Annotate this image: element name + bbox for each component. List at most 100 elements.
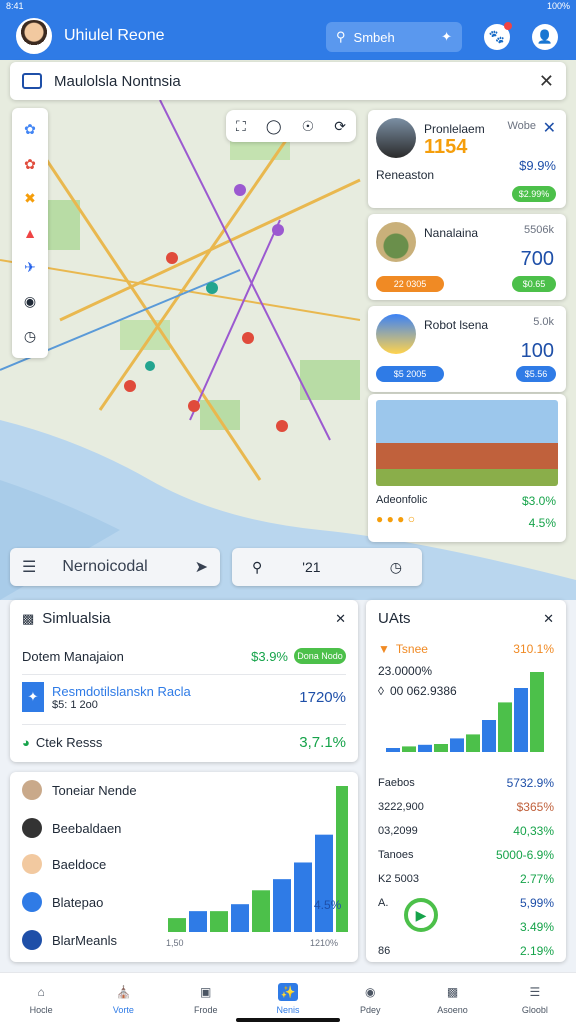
chart-bar xyxy=(189,911,207,932)
layers-icon xyxy=(22,73,42,89)
close-icon[interactable]: ✕ xyxy=(543,118,556,138)
pin-icon: ⚲ xyxy=(252,558,263,575)
row-value: 1720% xyxy=(299,688,346,706)
list-item-label: BlarMeanls xyxy=(52,932,118,948)
play-icon[interactable]: ▶ xyxy=(404,898,438,932)
chart-bar xyxy=(294,862,312,932)
card-right: Wobe xyxy=(507,120,536,132)
fullscreen-icon[interactable]: ⛶ xyxy=(236,118,246,135)
stat-label: K2 5003 xyxy=(378,873,419,885)
stat-value: 2.19% xyxy=(519,944,554,958)
send-icon: ➤ xyxy=(194,559,208,576)
notification-badge xyxy=(504,22,512,30)
refresh-icon[interactable]: ⟳ xyxy=(334,118,346,135)
chart-bar xyxy=(210,911,228,932)
close-icon[interactable]: ✕ xyxy=(543,611,554,627)
stat-row: 03,2099 40,33% xyxy=(378,824,554,838)
list-item-avatar xyxy=(22,892,42,912)
card-value: 700 xyxy=(520,248,554,270)
card-pill-right: $0.65 xyxy=(512,276,556,292)
list-item[interactable]: Blatepao xyxy=(22,892,103,912)
search-input[interactable]: Smbeh xyxy=(354,30,442,45)
status-dots-icon: ● ● ● ○ xyxy=(376,512,415,526)
stat-value: $365% xyxy=(516,800,554,814)
nav-item-2[interactable]: ▣ Frode xyxy=(178,983,234,1015)
place-card-1[interactable]: Pronlelaem Wobe ✕ 1154 Reneaston $9.9% $… xyxy=(368,110,566,208)
nav-item-3[interactable]: ✨ Nenis xyxy=(260,982,316,1015)
close-icon[interactable]: ✕ xyxy=(539,71,554,92)
stat-label: 03,2099 xyxy=(378,825,418,837)
nav-item-6[interactable]: ☰ Gloobl xyxy=(507,983,563,1015)
search-box[interactable]: ⚲ Smbeh ✦ xyxy=(326,22,462,52)
plane-icon[interactable]: ✈ xyxy=(24,259,36,276)
axis-left: 1,50 xyxy=(166,938,184,948)
card-right: 5.0k xyxy=(533,316,554,328)
flag-icon[interactable]: ▲ xyxy=(23,225,37,241)
row-label: Resmdotilslanskn Racla xyxy=(52,683,191,699)
nav-label: Frode xyxy=(193,1004,218,1015)
check-icon: ◕ xyxy=(22,735,30,750)
list-item[interactable]: Toneiar Nende xyxy=(22,780,137,800)
nav-label: Gloobl xyxy=(521,1004,548,1015)
card-right: 5506k xyxy=(524,224,554,236)
nav-icon: ✨ xyxy=(277,982,298,1001)
place-card-2[interactable]: Nanalaina 5506k 700 22 0305 $0.65 xyxy=(368,214,566,300)
card-pill: $2.99% xyxy=(512,186,556,202)
chart-bar xyxy=(530,672,544,752)
nav-icon: ▣ xyxy=(200,984,212,999)
card-percent-1: $3.0% xyxy=(521,494,556,508)
status-bar: 8:41 100% xyxy=(0,0,576,12)
pin-icon[interactable]: ✿ xyxy=(24,156,36,173)
list-item[interactable]: BlarMeanls xyxy=(22,930,117,950)
nav-icon: ⛪ xyxy=(115,984,131,999)
place-card-4[interactable]: Adeonfolic $3.0% ● ● ● ○ 4.5% xyxy=(368,394,566,542)
notification-icon[interactable]: 🐾 xyxy=(484,22,512,50)
stat-row: Tanoes 5000-6.9% xyxy=(378,848,554,862)
list-icon: ☰ xyxy=(22,559,37,576)
clock-icon[interactable]: ◷ xyxy=(24,328,36,345)
nav-icon: ⌂ xyxy=(37,984,45,999)
list-item-label: Blatepao xyxy=(52,894,104,910)
card-title: Nanalaina xyxy=(424,226,479,240)
locate-icon[interactable]: ☉ xyxy=(302,118,315,135)
nav-item-0[interactable]: ⌂ Hocle xyxy=(13,983,69,1015)
chart-bar xyxy=(450,738,464,752)
stat-label: 86 xyxy=(378,945,391,957)
card-title: Robot lsena xyxy=(424,318,489,332)
chart-bar xyxy=(252,890,270,932)
map-title: Maulolsla Nontnsia xyxy=(54,72,181,90)
nav-label: Asoeno xyxy=(437,1004,468,1015)
uas-bar-chart xyxy=(386,672,544,752)
stat-label: Faebos xyxy=(378,777,415,789)
layers-stack-icon[interactable]: ◉ xyxy=(24,293,36,310)
route-icon[interactable]: ✖ xyxy=(24,190,36,207)
chart-bar xyxy=(466,734,480,752)
nav-item-1[interactable]: ⛪ Vorte xyxy=(95,983,151,1015)
map-toolbar: ✿ ✿ ✖ ▲ ✈ ◉ ◷ xyxy=(12,108,48,358)
tab-overview[interactable]: ☰ Nernoicodal ➤ xyxy=(10,548,220,586)
profile-icon[interactable]: 👤 xyxy=(532,24,558,50)
nav-item-5[interactable]: ▩ Asoeno xyxy=(425,983,481,1015)
tab-count: '21 xyxy=(302,559,321,575)
map-controls: ⛶ ◯ ☉ ⟳ xyxy=(226,110,356,142)
list-item-avatar xyxy=(22,818,42,838)
card-thumbnail xyxy=(376,118,416,158)
diamond-icon: ◊ xyxy=(378,684,384,698)
nav-label: Nenis xyxy=(276,1004,300,1015)
row-label: Ctek Resss xyxy=(35,735,103,750)
google-icon[interactable]: ✿ xyxy=(24,121,36,138)
list-item[interactable]: Beebaldaen xyxy=(22,818,121,838)
stat-value: 5000-6.9% xyxy=(495,848,554,862)
stat-label: Tanoes xyxy=(378,849,414,861)
nav-icon: ☰ xyxy=(529,984,541,999)
rotate-icon[interactable]: ◯ xyxy=(266,118,282,135)
list-item[interactable]: Baeldoce xyxy=(22,854,106,874)
stat-row: Faebos 5732.9% xyxy=(378,776,554,790)
nav-item-4[interactable]: ◉ Pdey xyxy=(342,983,398,1015)
tab-details[interactable]: ⚲ '21 ◷ xyxy=(232,548,422,586)
list-item-avatar xyxy=(22,854,42,874)
user-avatar[interactable] xyxy=(16,18,52,54)
card-value: 100 xyxy=(520,340,554,362)
close-icon[interactable]: ✕ xyxy=(335,611,346,627)
place-card-3[interactable]: Robot lsena 5.0k 100 $5 2005 $5.56 xyxy=(368,306,566,392)
